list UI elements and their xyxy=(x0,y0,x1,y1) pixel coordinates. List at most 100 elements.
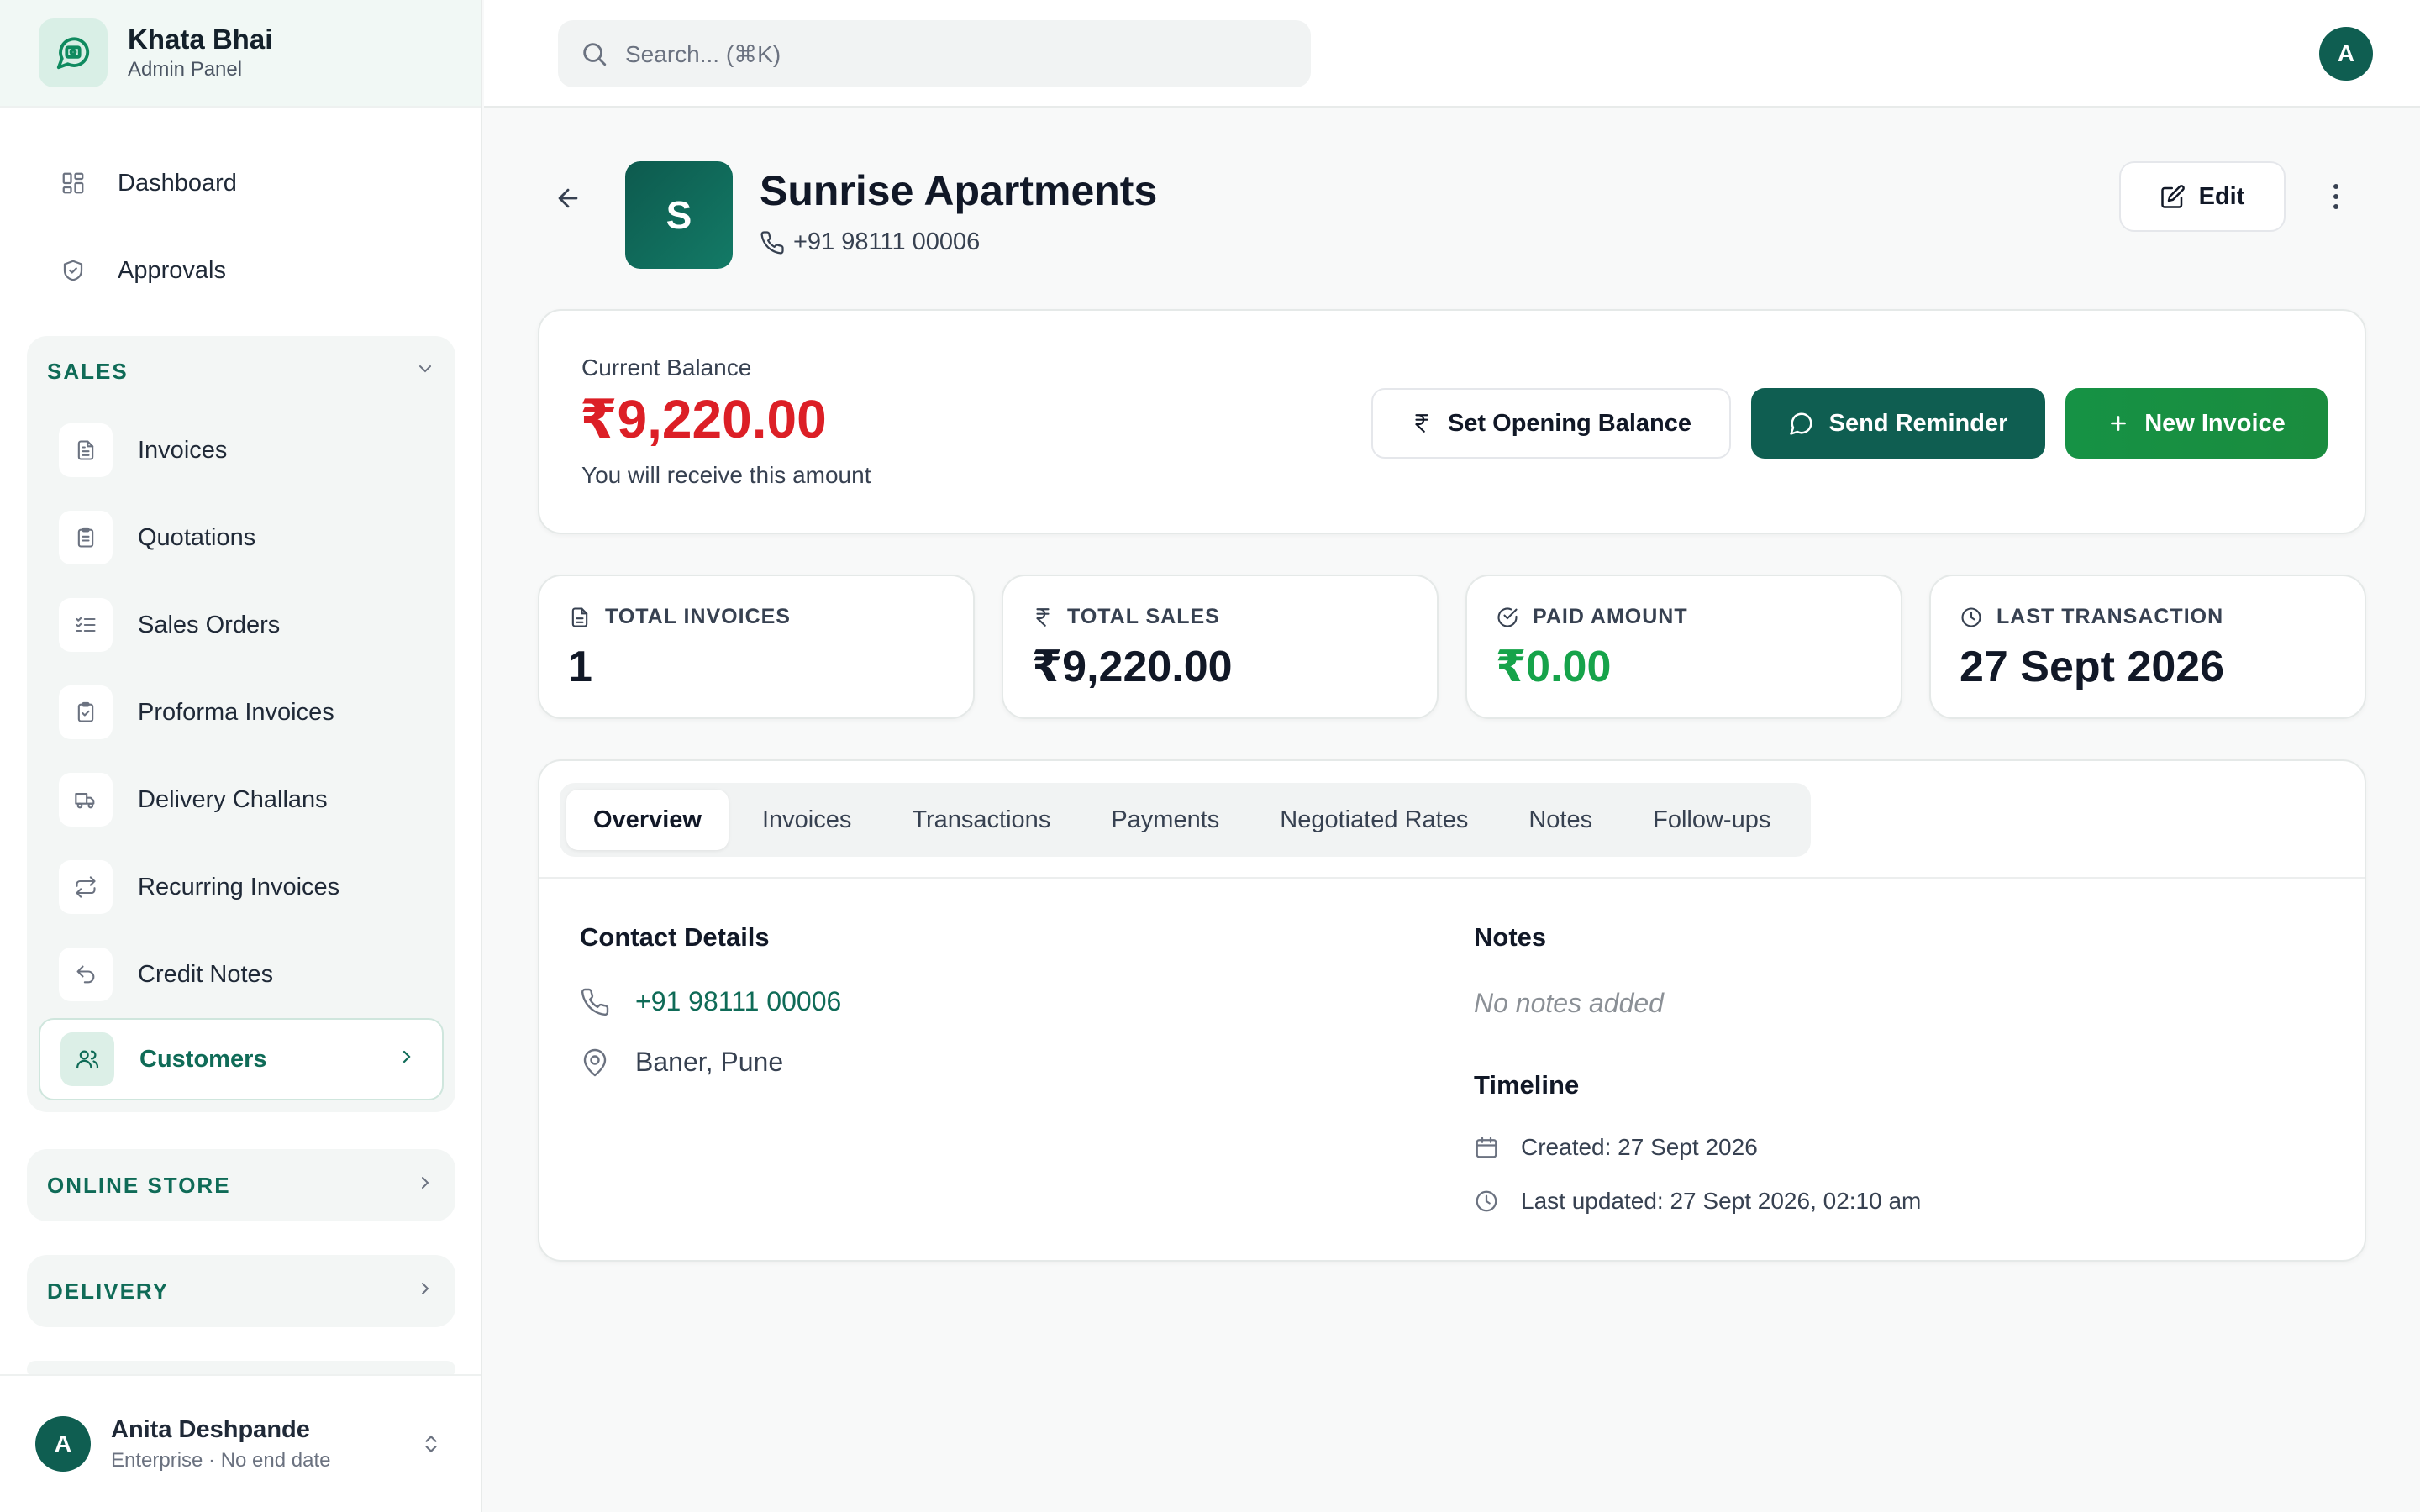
page-title: Sunrise Apartments xyxy=(760,167,1158,214)
timeline-created-text: Created: 27 Sept 2026 xyxy=(1521,1134,1758,1160)
shield-check-icon xyxy=(59,256,87,285)
repeat-icon xyxy=(59,860,113,914)
sidebar-item-recurring-invoices[interactable]: Recurring Invoices xyxy=(27,843,455,931)
users-icon xyxy=(60,1032,114,1086)
stat-value: 1 xyxy=(568,643,592,691)
button-label: New Invoice xyxy=(2144,409,2286,437)
set-opening-balance-button[interactable]: Set Opening Balance xyxy=(1371,388,1731,459)
chevron-right-icon xyxy=(415,1278,435,1305)
tab-payments[interactable]: Payments xyxy=(1084,790,1246,850)
stat-card-last-transaction: LAST TRANSACTION 27 Sept 2026 xyxy=(1929,575,2366,719)
stat-label: TOTAL SALES xyxy=(1067,605,1220,628)
sidebar-item-sales-orders[interactable]: Sales Orders xyxy=(27,581,455,669)
sidebar-item-proforma-invoices[interactable]: Proforma Invoices xyxy=(27,669,455,756)
balance-amount: ₹9,220.00 xyxy=(580,389,827,449)
user-avatar: A xyxy=(35,1416,91,1472)
sidebar-item-label: Invoices xyxy=(138,436,228,464)
timeline-updated: Last updated: 27 Sept 2026, 02:10 am xyxy=(1474,1188,1921,1215)
contact-details-heading: Contact Details xyxy=(580,922,770,952)
tab-overview[interactable]: Overview xyxy=(566,790,729,850)
back-button[interactable] xyxy=(551,181,585,215)
tab-notes[interactable]: Notes xyxy=(1502,790,1619,850)
nav-item-dashboard[interactable]: Dashboard xyxy=(0,139,481,227)
file-text-icon xyxy=(568,606,592,629)
topbar: Search... (⌘K) A xyxy=(484,0,2420,108)
brand-header[interactable]: Khata Bhai Admin Panel xyxy=(0,0,481,108)
sidebar-item-label: Quotations xyxy=(138,523,256,551)
tab-invoices[interactable]: Invoices xyxy=(735,790,878,850)
notes-empty-text: No notes added xyxy=(1474,988,1664,1018)
balance-label: Current Balance xyxy=(581,354,752,381)
rupee-icon xyxy=(1411,412,1433,434)
clock-icon xyxy=(1474,1189,1499,1214)
map-pin-icon xyxy=(580,1047,610,1078)
customer-phone-text: +91 98111 00006 xyxy=(793,228,981,255)
nav-item-approvals[interactable]: Approvals xyxy=(0,227,481,314)
new-invoice-button[interactable]: New Invoice xyxy=(2065,388,2328,459)
sidebar-item-label: Sales Orders xyxy=(138,611,281,638)
check-circle-icon xyxy=(1496,606,1519,629)
stat-label: TOTAL INVOICES xyxy=(605,605,791,628)
sidebar: Khata Bhai Admin Panel Dashboard Approva… xyxy=(0,0,482,1512)
timeline-heading: Timeline xyxy=(1474,1070,1580,1100)
edit-button[interactable]: Edit xyxy=(2119,161,2286,232)
details-card: Overview Invoices Transactions Payments … xyxy=(538,759,2366,1262)
tab-follow-ups[interactable]: Follow-ups xyxy=(1626,790,1797,850)
user-menu[interactable]: A Anita Deshpande Enterprise · No end da… xyxy=(0,1374,481,1512)
sidebar-item-customers[interactable]: Customers xyxy=(39,1018,444,1100)
tab-bar: Overview Invoices Transactions Payments … xyxy=(560,783,1812,857)
sidebar-item-delivery-challans[interactable]: Delivery Challans xyxy=(27,756,455,843)
stat-label: PAID AMOUNT xyxy=(1533,605,1688,628)
sidebar-item-quotations[interactable]: Quotations xyxy=(27,494,455,581)
section-heading: DELIVERY xyxy=(47,1278,170,1304)
customer-phone: +91 98111 00006 xyxy=(760,228,980,256)
button-label: Set Opening Balance xyxy=(1447,409,1692,437)
search-placeholder: Search... (⌘K) xyxy=(625,40,781,67)
brand-subtitle: Admin Panel xyxy=(128,58,243,81)
search-icon xyxy=(580,39,608,68)
sidebar-item-label: Credit Notes xyxy=(138,960,274,988)
search-input[interactable]: Search... (⌘K) xyxy=(558,20,1311,87)
sales-section-toggle[interactable]: SALES xyxy=(27,336,455,407)
sidebar-item-invoices[interactable]: Invoices xyxy=(27,407,455,494)
clipboard-icon xyxy=(59,511,113,564)
stat-card-paid-amount: PAID AMOUNT ₹0.00 xyxy=(1465,575,1902,719)
delivery-section[interactable]: DELIVERY xyxy=(27,1255,455,1327)
sidebar-item-credit-notes[interactable]: Credit Notes xyxy=(27,931,455,1018)
customer-avatar: S xyxy=(625,161,733,269)
send-reminder-button[interactable]: Send Reminder xyxy=(1751,388,2045,459)
phone-icon xyxy=(580,987,610,1017)
timeline-updated-text: Last updated: 27 Sept 2026, 02:10 am xyxy=(1521,1188,1922,1214)
more-vertical-icon xyxy=(2331,181,2341,212)
contact-phone[interactable]: +91 98111 00006 xyxy=(580,986,841,1017)
stat-card-total-sales: TOTAL SALES ₹9,220.00 xyxy=(1002,575,1439,719)
brand-logo-icon xyxy=(39,18,108,87)
tab-negotiated-rates[interactable]: Negotiated Rates xyxy=(1253,790,1495,850)
tab-transactions[interactable]: Transactions xyxy=(885,790,1077,850)
stat-card-total-invoices: TOTAL INVOICES 1 xyxy=(538,575,975,719)
chevron-right-icon xyxy=(415,1173,435,1199)
section-heading: SALES xyxy=(47,358,129,384)
truck-icon xyxy=(59,773,113,827)
sidebar-item-label: Customers xyxy=(139,1045,267,1073)
stat-value: ₹0.00 xyxy=(1496,643,1612,691)
chevrons-up-down-icon xyxy=(420,1433,442,1455)
user-plan: Enterprise · No end date xyxy=(111,1448,331,1472)
nav-item-label: Approvals xyxy=(118,256,226,284)
balance-note: You will receive this amount xyxy=(581,462,871,488)
calendar-icon xyxy=(1474,1135,1499,1160)
contact-location: Baner, Pune xyxy=(580,1047,783,1078)
clipboard-check-icon xyxy=(59,685,113,739)
more-options-button[interactable] xyxy=(2321,180,2351,213)
layout-grid-icon xyxy=(59,169,87,197)
edit-button-label: Edit xyxy=(2198,182,2245,210)
account-avatar[interactable]: A xyxy=(2319,27,2373,81)
stat-label: LAST TRANSACTION xyxy=(1996,605,2224,628)
file-text-icon xyxy=(59,423,113,477)
rupee-icon xyxy=(1032,606,1054,628)
chevron-down-icon xyxy=(415,359,435,385)
plus-icon xyxy=(2107,412,2129,434)
undo-icon xyxy=(59,948,113,1001)
online-store-section[interactable]: ONLINE STORE xyxy=(27,1149,455,1221)
user-name: Anita Deshpande xyxy=(111,1415,310,1443)
